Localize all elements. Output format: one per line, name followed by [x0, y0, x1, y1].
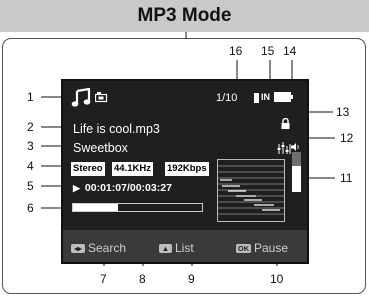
battery-icon [274, 92, 293, 102]
audio-mode-tag: Stereo [71, 162, 105, 176]
callout-2: 2 [27, 120, 34, 134]
callout-6: 6 [27, 201, 34, 215]
pause-softkey[interactable]: OK Pause [236, 241, 288, 255]
list-softkey[interactable]: ▲ List [159, 241, 194, 255]
callout-1: 1 [27, 90, 34, 104]
memory-label: IN [261, 92, 270, 102]
spectrum-display [217, 159, 285, 222]
equalizer-icon [277, 142, 291, 154]
eject-icon: ▲ [159, 243, 172, 253]
callout-15: 15 [261, 44, 275, 58]
storage-icon [95, 92, 108, 103]
music-note-icon [71, 88, 91, 107]
volume-bar [292, 152, 301, 192]
callout-10: 10 [270, 272, 284, 286]
callout-8: 8 [139, 272, 146, 286]
search-label: Search [88, 241, 127, 255]
total-time: 00:03:27 [129, 182, 172, 194]
callout-7: 7 [100, 272, 107, 286]
ok-key-icon: OK [236, 243, 251, 253]
progress-bar [72, 203, 203, 212]
callout-16: 16 [229, 44, 243, 58]
list-label: List [175, 241, 194, 255]
speaker-icon [291, 143, 299, 151]
callout-5: 5 [27, 179, 34, 193]
pause-label: Pause [254, 241, 289, 255]
callout-11: 11 [340, 171, 353, 185]
song-filename: Life is cool.mp3 [73, 122, 160, 136]
play-time: ▶ 00:01:07 / 00:03:27 [73, 181, 172, 195]
callout-4: 4 [27, 159, 34, 173]
elapsed-time: 00:01:07 [84, 182, 127, 194]
spectrum-lines [218, 165, 284, 215]
artist-name: Sweetbox [73, 141, 128, 155]
search-softkey[interactable]: ◂▸ Search [71, 241, 126, 255]
dpad-icon: ◂▸ [71, 243, 85, 253]
progress-fill [73, 204, 119, 211]
sample-rate-tag: 44.1KHz [112, 162, 153, 176]
callout-3: 3 [27, 139, 34, 153]
callout-9: 9 [188, 272, 195, 286]
callout-14: 14 [283, 44, 297, 58]
file-count: 1/10 [216, 92, 238, 104]
callout-13: 13 [336, 105, 350, 119]
bitrate-tag: 192Kbps [165, 162, 209, 176]
play-icon: ▶ [73, 182, 80, 193]
callout-12: 12 [340, 131, 354, 145]
lock-icon [281, 118, 290, 129]
